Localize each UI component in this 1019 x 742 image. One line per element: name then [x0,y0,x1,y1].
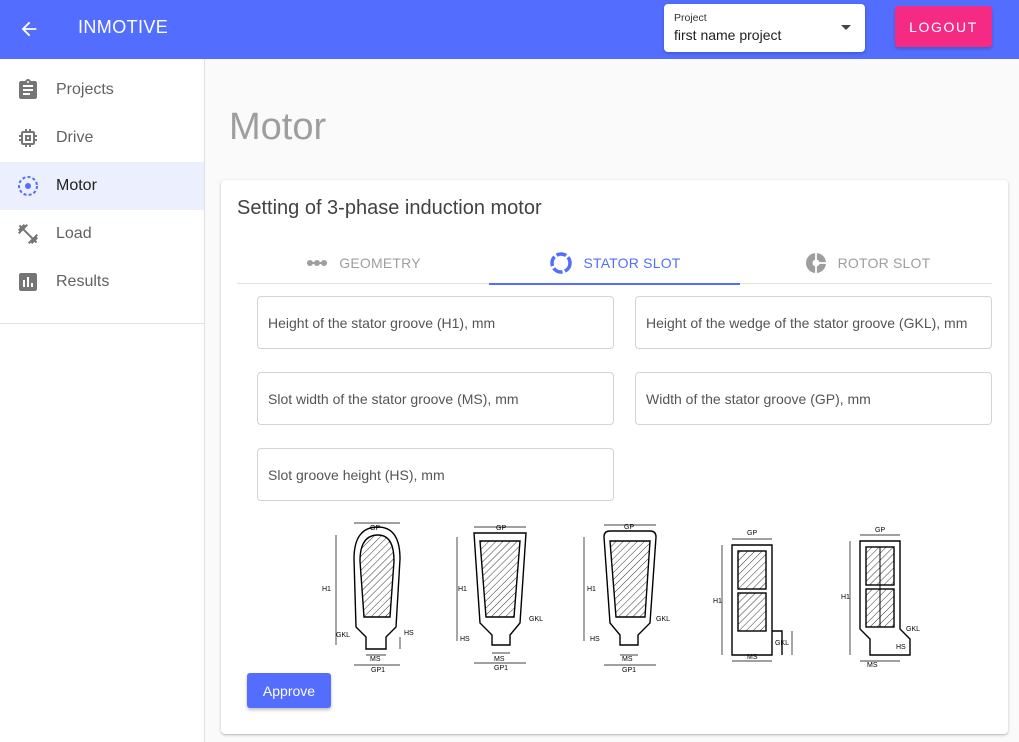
stator-groove-height-field[interactable] [257,296,614,349]
sidebar-item-label: Results [56,273,110,290]
chevron-down-icon [841,25,851,30]
groove-width-field[interactable] [635,372,992,425]
diagram-label-ms: MS [494,656,505,663]
project-select-label: Project [674,12,707,24]
slot-diagram-5 [849,534,911,662]
slot-groove-height-input[interactable] [258,449,613,500]
diagram-label-ms: MS [370,656,381,663]
diagram-label-h1: H1 [458,586,467,593]
diagram-label-gp: GP [624,524,634,531]
page-title: Motor [229,106,327,148]
sidebar-item-label: Projects [56,81,114,98]
diagram-label-gp: GP [370,525,380,532]
diagram-label-hs: HS [404,630,414,637]
diagram-label-hs: HS [896,644,906,651]
logout-button[interactable]: LOGOUT [895,6,992,47]
rotor-icon [804,251,828,275]
diagram-label-gkl: GKL [336,632,350,639]
diagram-label-gp1: GP1 [371,667,385,674]
tab-rotor-slot[interactable]: ROTOR SLOT [741,242,993,284]
slot-shape-diagrams: GP H1 GKL HS MS GP1 GP H1 GKL HS MS GP1 [322,522,920,674]
ring-icon [549,251,573,275]
tab-label: GEOMETRY [339,255,421,271]
tab-label: ROTOR SLOT [837,255,931,271]
stator-groove-height-input[interactable] [258,297,613,348]
sidebar-item-label: Load [56,225,92,242]
tab-bar: GEOMETRY STATOR SLOT ROTOR SLOT [237,242,993,285]
wedge-height-field[interactable] [635,296,992,349]
bar-chart-icon [16,270,40,294]
slot-width-field[interactable] [257,372,614,425]
chip-icon [16,126,40,150]
diagram-label-gkl: GKL [529,616,543,623]
groove-width-input[interactable] [636,373,991,424]
slot-diagrams: GP H1 GKL HS MS GP1 GP H1 GKL HS MS GP1 [320,519,940,674]
dots-line-icon [305,251,329,275]
diagram-label-ms: MS [867,662,878,669]
diagram-label-ms: MS [622,656,633,663]
diagram-label-gp: GP [747,530,757,537]
diagram-label-gp1: GP1 [494,665,508,672]
slot-diagram-1 [335,522,401,666]
tab-label: STATOR SLOT [583,255,681,271]
diagram-label-h1: H1 [322,586,331,593]
sidebar-item-label: Drive [56,129,94,146]
project-select-value: first name project [674,27,782,43]
sidebar-item-label: Motor [56,177,97,194]
diagram-label-h1: H1 [713,598,722,605]
motor-icon [16,174,40,198]
sidebar-item-motor[interactable]: Motor [0,162,204,210]
app-title: INMOTIVE [78,17,169,37]
slot-diagram-3 [583,524,657,666]
card-title: Setting of 3-phase induction motor [237,197,542,219]
diagram-label-gkl: GKL [775,640,789,647]
sidebar-item-drive[interactable]: Drive [0,114,204,162]
sidebar-divider [0,323,204,324]
diagram-label-h1: H1 [841,594,850,601]
diagram-label-gkl: GKL [656,616,670,623]
project-select[interactable]: Project first name project [664,4,865,52]
diagram-label-h1: H1 [587,586,596,593]
dumbbell-icon [16,222,40,246]
tab-stator-slot[interactable]: STATOR SLOT [489,242,741,284]
diagram-label-gp: GP [496,525,506,532]
approve-button[interactable]: Approve [247,673,331,708]
diagram-label-hs: HS [590,636,600,643]
top-app-bar: INMOTIVE Project first name project LOGO… [0,0,1019,59]
clipboard-icon [16,78,40,102]
sidebar: Projects Drive Motor Load Results [0,59,205,742]
sidebar-item-projects[interactable]: Projects [0,66,204,114]
tab-geometry[interactable]: GEOMETRY [237,242,489,284]
sidebar-item-results[interactable]: Results [0,258,204,306]
tab-active-indicator [489,283,740,285]
diagram-label-ms: MS [747,654,758,661]
diagram-label-hs: HS [460,636,470,643]
diagram-label-gp: GP [875,527,885,534]
wedge-height-input[interactable] [636,297,991,348]
diagram-label-gp1: GP1 [622,667,636,674]
diagram-label-gkl: GKL [906,626,920,633]
slot-groove-height-field[interactable] [257,448,614,501]
slot-width-input[interactable] [258,373,613,424]
back-arrow-icon[interactable] [14,14,44,44]
sidebar-item-load[interactable]: Load [0,210,204,258]
